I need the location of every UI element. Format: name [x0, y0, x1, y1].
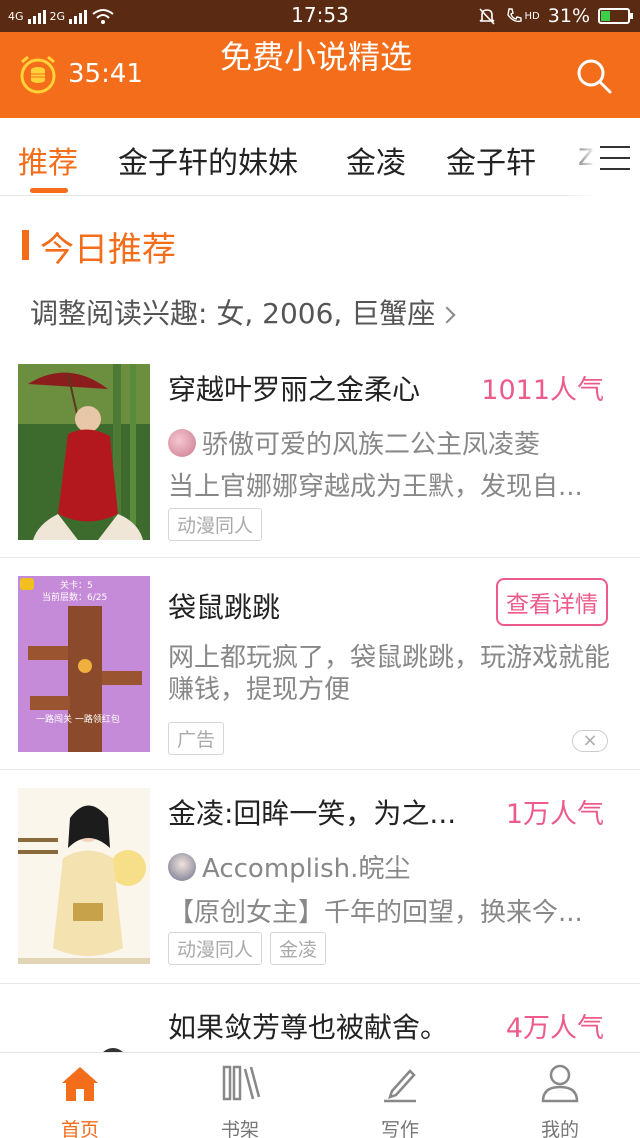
user-icon [541, 1064, 579, 1103]
chevron-right-icon [438, 306, 456, 324]
book-item[interactable]: 如果敛芳尊也被献舍。 4万人气 [0, 984, 640, 1052]
book-item[interactable]: 穿越叶罗丽之金柔心 1011人气 骄傲可爱的风族二公主凤凌菱 当上官娜娜穿越成为… [0, 346, 640, 558]
author-avatar [168, 852, 196, 881]
genre-tag[interactable]: 动漫同人 [168, 932, 263, 965]
ad-description: 网上都玩疯了，袋鼠跳跳，玩游戏就能赚钱，提现方便 [168, 643, 611, 705]
ad-cover-bottom-text: 一路闯关 一路领红包 [36, 715, 120, 725]
nav-profile[interactable]: 我的 [500, 1061, 620, 1138]
genre-tag[interactable]: 金凌 [270, 932, 327, 965]
tag-row: 动漫同人 金凌 [168, 932, 327, 965]
battery-percent: 31% [547, 5, 590, 27]
ad-label: 广告 [168, 722, 225, 755]
home-icon [62, 1067, 98, 1101]
book-cover-image [18, 1002, 150, 1052]
nav-profile-label: 我的 [540, 1119, 579, 1138]
ad-title: 袋鼠跳跳 [168, 591, 281, 624]
alarm-coin-icon [20, 55, 56, 94]
author-row: 骄傲可爱的风族二公主凤凌菱 [168, 424, 540, 461]
interest-text: 调整阅读兴趣: 女, 2006, 巨蟹座 [30, 297, 436, 330]
menu-icon[interactable] [600, 146, 630, 170]
category-tabs: 推荐 金子轩的妹妹 金凌 金子轩 z [0, 118, 640, 196]
bell-muted-icon [478, 8, 495, 25]
app-header: 35:41 免费小说精选 [0, 32, 640, 118]
popularity-count: 1万人气 [505, 799, 604, 830]
tab-jinzixuan-sister[interactable]: 金子轩的妹妹 [118, 138, 298, 182]
battery-level [601, 11, 610, 21]
search-icon[interactable] [574, 56, 614, 96]
tab-jinzixuan[interactable]: 金子轩 [446, 138, 536, 182]
tab-recommend[interactable]: 推荐 [18, 138, 78, 182]
status-bar: 4G 2G 17:53 HD 31% [0, 0, 640, 32]
ad-cover-floor-text: 当前层数：6/25 [42, 593, 108, 603]
interest-settings-link[interactable]: 调整阅读兴趣: 女, 2006, 巨蟹座 [30, 292, 456, 332]
popularity-count: 1011人气 [481, 375, 604, 406]
view-details-button[interactable]: 查看详情 [496, 578, 608, 626]
author-name: Accomplish.皖尘 [202, 854, 411, 884]
nav-bookshelf[interactable]: 书架 [180, 1061, 300, 1138]
genre-tag[interactable]: 动漫同人 [168, 508, 263, 541]
nav-home-label: 首页 [60, 1119, 99, 1138]
ad-item[interactable]: 关卡：5 当前层数：6/25 一路闯关 一路领红包 袋鼠跳跳 查看详情 网上都玩… [0, 558, 640, 770]
bookshelf-icon [222, 1065, 261, 1101]
nav-bookshelf-label: 书架 [220, 1119, 259, 1138]
nav-write[interactable]: 写作 [340, 1061, 460, 1138]
timer-value: 35:41 [68, 59, 143, 89]
ad-cover-image: 关卡：5 当前层数：6/25 一路闯关 一路领红包 [18, 576, 150, 752]
book-item[interactable]: 金凌:回眸一笑，为之... 1万人气 Accomplish.皖尘 【原创女主】千… [0, 770, 640, 984]
book-description: 当上官娜娜穿越成为王默，发现自... [168, 472, 583, 502]
battery-icon [598, 8, 633, 24]
author-avatar [168, 428, 196, 457]
status-right: HD 31% [477, 4, 633, 28]
active-tab-indicator [30, 188, 68, 193]
reading-timer[interactable]: 35:41 [16, 52, 143, 96]
book-title: 金凌:回眸一笑，为之... [168, 797, 457, 830]
author-name: 骄傲可爱的风族二公主凤凌菱 [202, 430, 541, 460]
book-title: 穿越叶罗丽之金柔心 [168, 373, 421, 406]
pen-icon [384, 1069, 416, 1103]
section-accent-bar [22, 230, 29, 260]
author-row: Accomplish.皖尘 [168, 848, 410, 885]
app-title: 免费小说精选 [220, 38, 413, 76]
close-ad-button[interactable]: × [572, 730, 608, 752]
hd-label: HD [524, 10, 540, 22]
hd-call-icon: HD [505, 7, 540, 25]
tag-row: 动漫同人 [168, 508, 263, 541]
section-title: 今日推荐 [40, 230, 176, 270]
book-description: 【原创女主】千年的回望，换来今... [168, 898, 583, 928]
nav-write-label: 写作 [380, 1119, 419, 1138]
tab-jinling[interactable]: 金凌 [346, 138, 406, 182]
book-cover-image [18, 364, 150, 540]
bottom-navigation: 首页 书架 写作 我的 [0, 1052, 640, 1138]
ad-tag-row: 广告 [168, 722, 225, 755]
book-title: 如果敛芳尊也被献舍。 [168, 1011, 449, 1044]
book-cover-image [18, 788, 150, 964]
nav-home[interactable]: 首页 [20, 1061, 140, 1138]
popularity-count: 4万人气 [505, 1013, 604, 1044]
